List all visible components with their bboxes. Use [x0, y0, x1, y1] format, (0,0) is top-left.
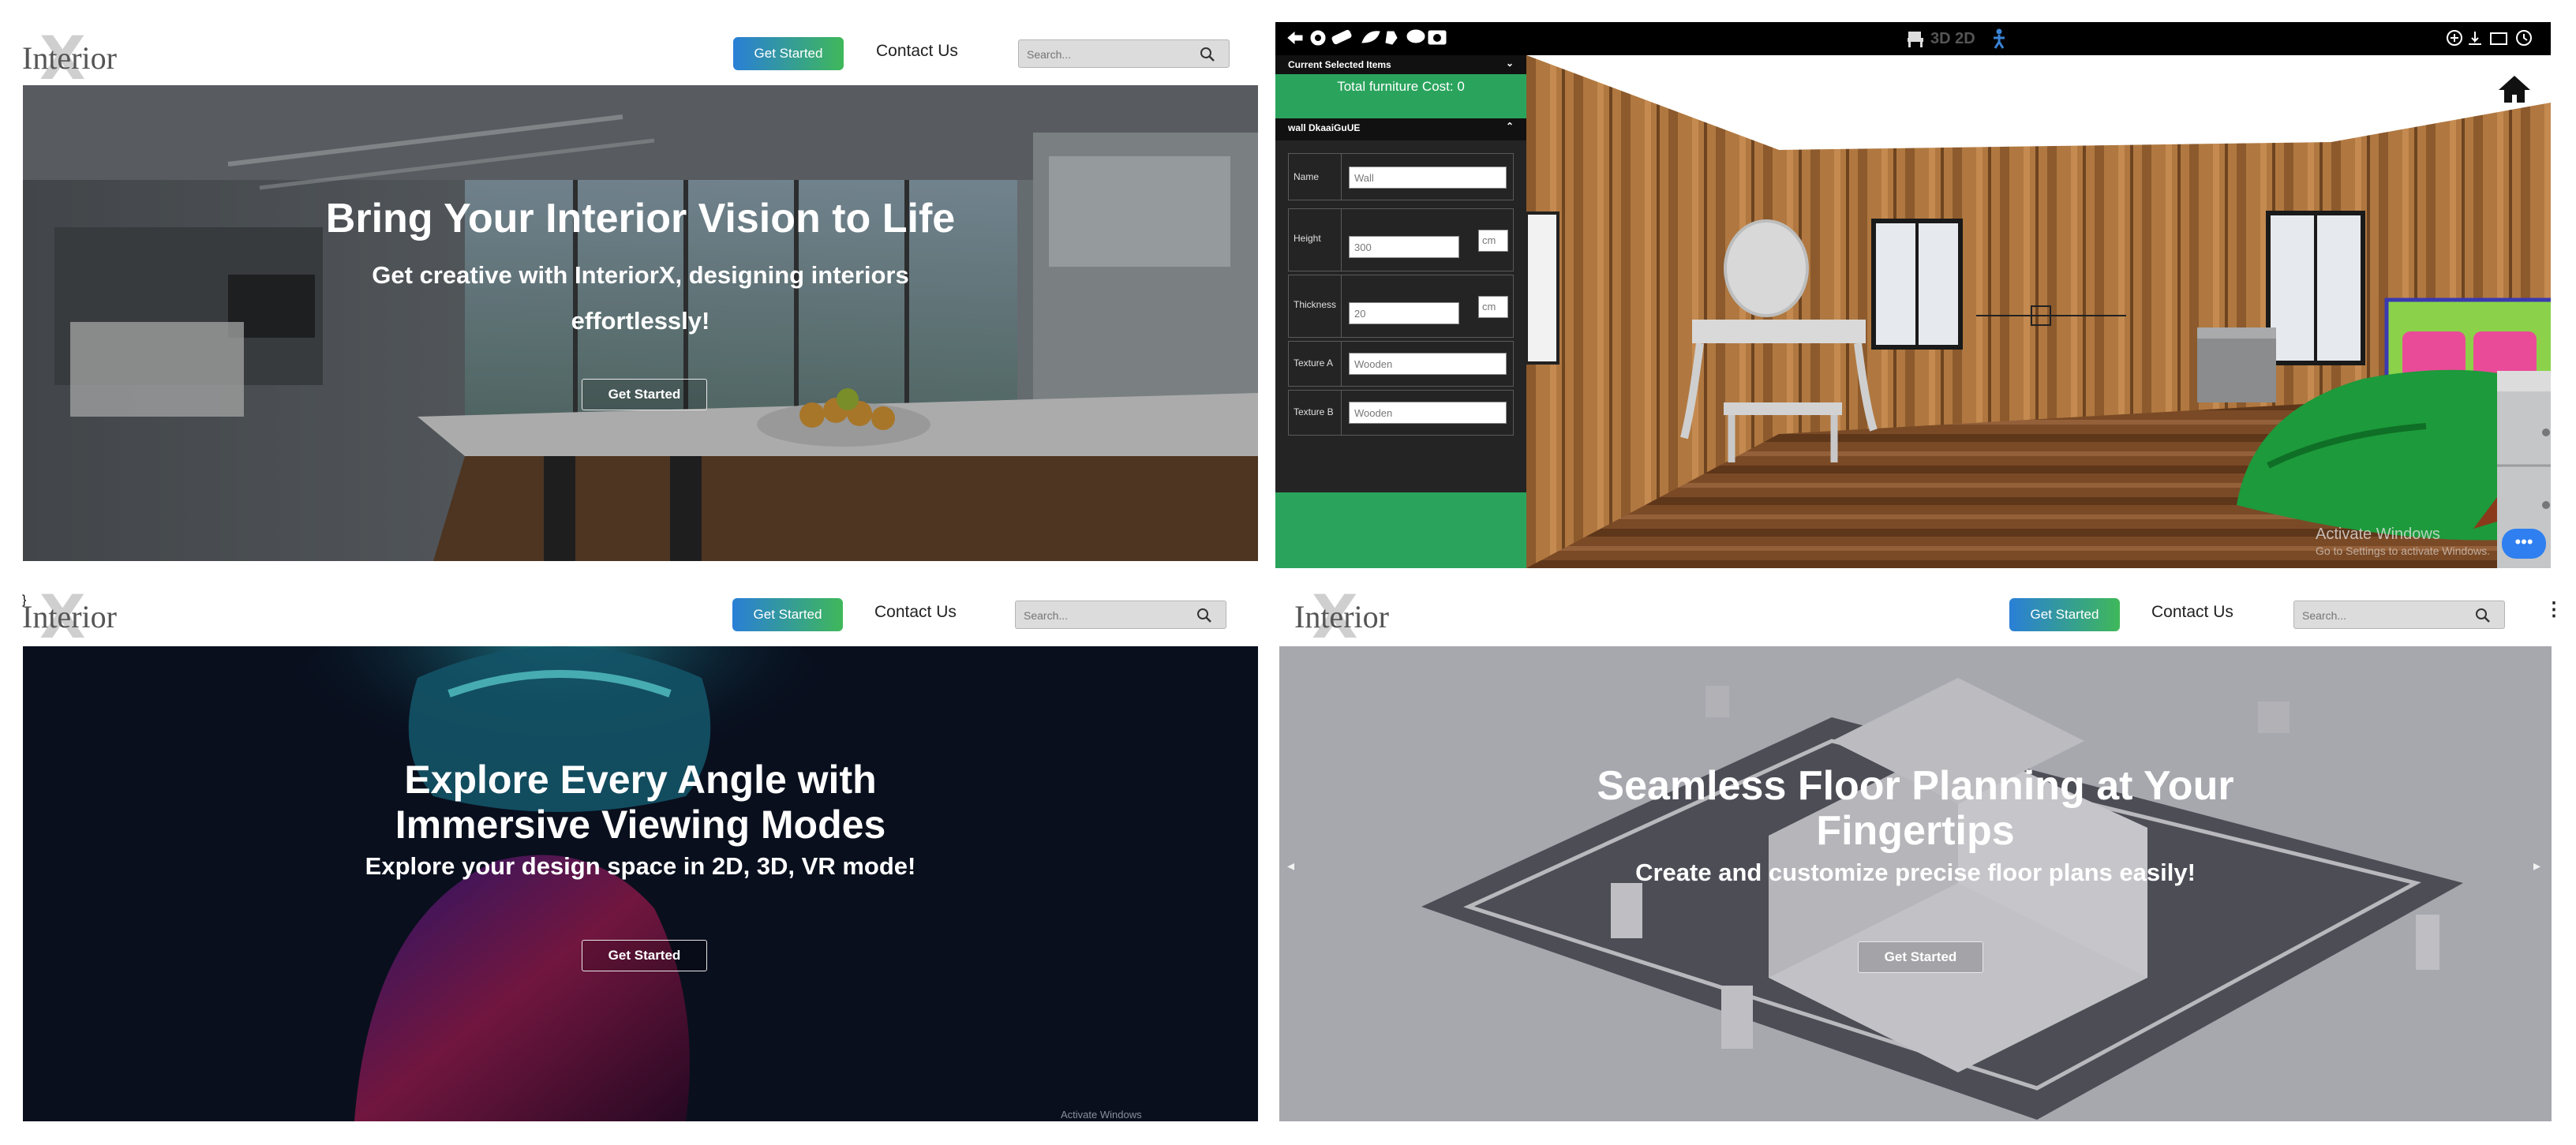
hero-subtitle: Create and customize precise floor plans…	[1635, 859, 2196, 886]
logo-text: Interior	[1294, 599, 1389, 634]
search-icon[interactable]	[1196, 607, 1213, 624]
hero-subtitle: Explore your design space in 2D, 3D, VR …	[365, 852, 916, 880]
texture-b-row: Texture B Wooden	[1288, 390, 1514, 436]
texture-a-label: Texture A	[1294, 357, 1334, 369]
furniture-cost: Total furniture Cost: 0	[1337, 79, 1465, 94]
current-items-label: Current Selected Items	[1288, 59, 1391, 70]
next-slide-arrow[interactable]: ▸	[2533, 858, 2540, 874]
hero-banner-floorplan: Seamless Floor Planning at Your Fingerti…	[1279, 646, 2552, 1121]
search-box[interactable]	[2293, 601, 2505, 629]
activate-windows-hint: Go to Settings to activate Windows.	[2316, 544, 2490, 557]
get-started-button[interactable]: Get Started	[733, 37, 844, 70]
name-row: Name Wall	[1288, 153, 1514, 200]
search-box[interactable]	[1015, 601, 1226, 629]
more-menu-icon[interactable]: ⋮	[2544, 598, 2563, 621]
logo[interactable]: X Interior	[1294, 587, 1413, 647]
hero-get-started-button[interactable]: Get Started	[582, 379, 707, 410]
undo-icon[interactable]	[1287, 31, 1303, 45]
chevron-down-icon: ⌄	[1505, 58, 1514, 69]
hero-get-started-button[interactable]: Get Started	[582, 940, 707, 971]
home-icon[interactable]	[2496, 73, 2533, 106]
hero-title-line2: Immersive Viewing Modes	[395, 803, 886, 847]
height-field[interactable]: 300	[1349, 236, 1459, 258]
download-icon[interactable]	[2469, 32, 2481, 45]
height-unit[interactable]: cm	[1478, 230, 1508, 252]
landing-panel-floorplan: X Interior Get Started Contact Us ⋮ Seam…	[1275, 576, 2576, 1145]
thickness-unit[interactable]: cm	[1478, 296, 1508, 318]
ruler-icon[interactable]	[1331, 29, 1352, 45]
furniture-icon[interactable]	[1905, 28, 1926, 49]
texture-b-field[interactable]: Wooden	[1349, 402, 1507, 424]
hero-subtitle-line1: Get creative with InteriorX, designing i…	[372, 261, 909, 289]
contact-us-link[interactable]: Contact Us	[874, 603, 957, 622]
hero-title: Bring Your Interior Vision to Life	[325, 196, 956, 241]
name-label: Name	[1294, 171, 1320, 182]
chat-button[interactable]: •••	[2502, 529, 2546, 559]
recycle-icon[interactable]	[1385, 31, 1398, 45]
texture-a-row: Texture A Wooden	[1288, 341, 1514, 387]
activate-windows-watermark: Activate Windows	[1061, 1109, 1142, 1121]
leaf-icon[interactable]	[1361, 31, 1380, 43]
search-input[interactable]	[1022, 607, 1183, 624]
navbar: X Interior Get Started Contact Us	[0, 0, 1275, 88]
hero-subtitle-line2: effortlessly!	[571, 307, 710, 335]
activate-windows-title: Activate Windows	[2316, 526, 2440, 543]
name-field[interactable]: Wall	[1349, 167, 1507, 189]
prev-slide-arrow[interactable]: ◂	[1287, 858, 1294, 874]
hero-title-line1: Explore Every Angle with	[404, 758, 877, 802]
texture-a-field[interactable]: Wooden	[1349, 353, 1507, 375]
comment-icon[interactable]	[1406, 29, 1425, 43]
3d-viewport[interactable]: Activate Windows Go to Settings to activ…	[1526, 55, 2551, 568]
hero-get-started-button[interactable]: Get Started	[1858, 941, 1983, 973]
chevron-up-icon: ⌃	[1505, 121, 1514, 132]
folder-icon[interactable]	[2490, 32, 2507, 45]
search-icon[interactable]	[1199, 46, 1216, 63]
editor-toolbar: 3D 2D	[1275, 22, 2551, 55]
get-started-button[interactable]: Get Started	[2009, 598, 2120, 631]
walk-mode-icon[interactable]	[1990, 28, 2008, 49]
logo[interactable]: X Interior }	[22, 587, 140, 647]
logo[interactable]: X Interior	[22, 28, 140, 88]
search-input[interactable]	[2301, 607, 2462, 624]
current-items-header[interactable]: Current Selected Items ⌄	[1275, 55, 1526, 74]
get-started-button[interactable]: Get Started	[732, 598, 843, 631]
logo-text: Interior	[22, 40, 117, 76]
thickness-label: Thickness	[1294, 299, 1337, 310]
bedroom-3d-scene	[1526, 55, 2551, 568]
thickness-row: Thickness 20 cm	[1288, 275, 1514, 338]
search-box[interactable]	[1018, 39, 1230, 68]
wall-label: wall DkaaiGuUE	[1288, 122, 1361, 133]
view-mode-toggle[interactable]: 3D 2D	[1930, 30, 1975, 48]
editor-panel: 3D 2D Current Selected Items ⌄ Total furn…	[1275, 0, 2576, 568]
search-icon[interactable]	[2474, 607, 2492, 624]
thickness-field[interactable]: 20	[1349, 302, 1459, 324]
landing-panel-vr: X Interior } Get Started Contact Us Sear…	[0, 576, 1275, 1145]
wall-header[interactable]: wall DkaaiGuUE ⌃	[1275, 118, 1526, 140]
wall-properties: Name Wall Height 300 cm Thickness 20 cm …	[1275, 140, 1526, 492]
search-input[interactable]	[1025, 46, 1186, 63]
hero-banner-vr: Explore Every Angle with Immersive Viewi…	[23, 646, 1258, 1121]
texture-b-label: Texture B	[1294, 406, 1334, 417]
hero-title-line1: Seamless Floor Planning at Your	[1597, 763, 2234, 809]
contact-us-link[interactable]: Contact Us	[876, 42, 958, 61]
contact-us-link[interactable]: Contact Us	[2151, 603, 2233, 622]
hero-banner-kitchen: Bring Your Interior Vision to Life Get c…	[23, 85, 1258, 561]
height-row: Height 300 cm	[1288, 208, 1514, 271]
landing-panel-hero: X Interior Get Started Contact Us Search…	[0, 0, 1275, 568]
logo-text: Interior	[22, 599, 117, 634]
properties-sidebar: Current Selected Items ⌄ Total furniture …	[1275, 55, 1526, 568]
toolbar-right-icons	[2447, 30, 2532, 46]
hero-title-line2: Fingertips	[1816, 808, 2015, 854]
toolbar-tools	[1287, 29, 1447, 46]
height-label: Height	[1294, 233, 1321, 244]
